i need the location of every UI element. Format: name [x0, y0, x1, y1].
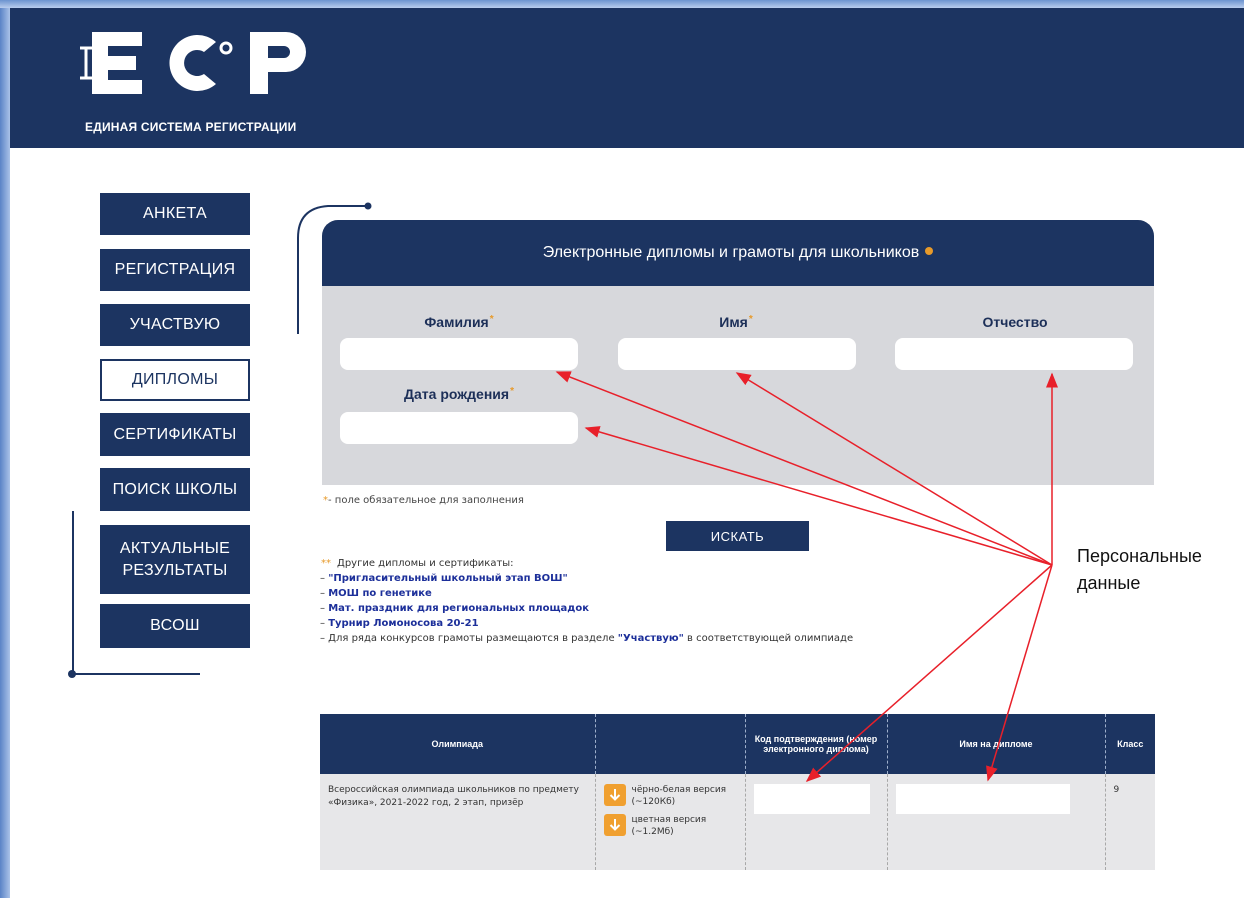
help-icon[interactable]: [925, 247, 934, 255]
grade-cell: 9: [1105, 774, 1155, 870]
nav-vsosh[interactable]: ВСОШ: [100, 604, 250, 648]
nav-diplomas[interactable]: ДИПЛОМЫ: [100, 359, 250, 401]
other-link-1[interactable]: – "Пригласительный школьный этап ВОШ": [320, 571, 853, 586]
search-button[interactable]: ИСКАТЬ: [666, 521, 809, 551]
name-label: Имя*: [719, 314, 753, 330]
background-top-stripe: [0, 0, 1244, 8]
nav-certificates[interactable]: СЕРТИФИКАТЫ: [100, 413, 250, 456]
logo-subtitle: ЕДИНАЯ СИСТЕМА РЕГИСТРАЦИИ: [85, 120, 297, 134]
card-title: Электронные дипломы и грамоты для школьн…: [542, 244, 920, 261]
surname-field[interactable]: [340, 338, 578, 370]
other-link-4[interactable]: – Турнир Ломоносова 20-21: [320, 616, 853, 631]
patronymic-label: Отчество: [982, 314, 1048, 330]
decor-dot-left: [68, 670, 76, 678]
diploma-name-value: [895, 784, 1070, 814]
other-note: – Для ряда конкурсов грамоты размещаются…: [320, 633, 854, 644]
downloads-cell: чёрно-белая версия (~120Кб) цветная верс…: [595, 774, 746, 870]
table-row: Всероссийская олимпиада школьников по пр…: [320, 774, 1155, 870]
decor-line-horizontal-left: [72, 673, 200, 675]
card-header: Электронные дипломы и грамоты для школьн…: [322, 220, 1154, 286]
name-field[interactable]: [618, 338, 856, 370]
olympiad-cell: Всероссийская олимпиада школьников по пр…: [320, 774, 596, 870]
col-grade: Класс: [1105, 714, 1155, 774]
download-arrow-icon[interactable]: [603, 814, 626, 836]
patronymic-field[interactable]: [895, 338, 1133, 370]
personal-data-annotation: Персональные данные: [1077, 546, 1202, 593]
diploma-name-cell: [887, 774, 1106, 870]
other-intro: ** Другие дипломы и сертификаты:: [321, 558, 514, 569]
nav-school-search[interactable]: ПОИСК ШКОЛЫ: [100, 468, 250, 511]
code-cell: [745, 774, 888, 870]
required-note: *- поле обязательное для заполнения: [323, 495, 524, 506]
participate-link[interactable]: "Участвую": [618, 633, 684, 644]
other-diplomas-block: ** Другие дипломы и сертификаты: – "Пригл…: [320, 556, 853, 646]
nav-participate[interactable]: УЧАСТВУЮ: [100, 304, 250, 346]
decor-line-vertical-left: [72, 511, 74, 675]
table-header-row: Олимпиада Код подтверждения (номер элект…: [320, 714, 1155, 774]
other-link-3[interactable]: – Мат. праздник для региональных площадо…: [320, 601, 853, 616]
nav-anketa[interactable]: АНКЕТА: [100, 193, 250, 235]
download-arrow-icon[interactable]: [603, 784, 626, 806]
code-value: [753, 784, 870, 814]
col-code: Код подтверждения (номер электронного ди…: [745, 714, 888, 774]
site-header: ЕДИНАЯ СИСТЕМА РЕГИСТРАЦИИ: [10, 8, 1244, 148]
col-downloads: [595, 714, 746, 774]
nav-registration[interactable]: РЕГИСТРАЦИЯ: [100, 249, 250, 291]
background-left-stripe: [0, 0, 10, 898]
download-bw[interactable]: чёрно-белая версия (~120Кб): [603, 784, 737, 808]
results-table: Олимпиада Код подтверждения (номер элект…: [320, 714, 1155, 870]
diploma-search-card: Электронные дипломы и грамоты для школьн…: [322, 220, 1154, 485]
esr-logo[interactable]: [80, 28, 320, 98]
col-olympiad: Олимпиада: [320, 714, 596, 774]
col-diploma-name: Имя на дипломе: [887, 714, 1106, 774]
other-link-2[interactable]: – МОШ по генетике: [320, 586, 853, 601]
surname-label: Фамилия*: [424, 314, 494, 330]
birthdate-field[interactable]: [340, 412, 578, 444]
nav-current-results[interactable]: АКТУАЛЬНЫЕ РЕЗУЛЬТАТЫ: [100, 525, 250, 594]
birthdate-label: Дата рождения*: [404, 386, 514, 402]
download-color[interactable]: цветная версия (~1.2Мб): [603, 814, 737, 838]
